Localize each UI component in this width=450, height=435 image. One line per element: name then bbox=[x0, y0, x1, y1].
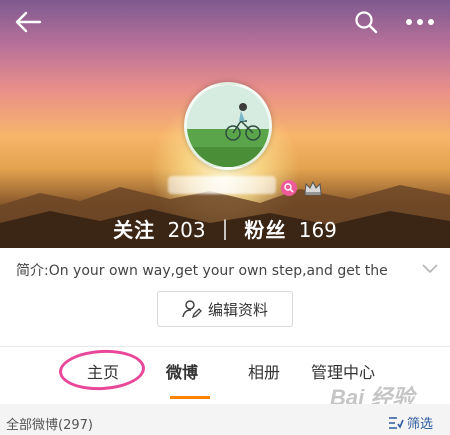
avatar-image bbox=[187, 85, 269, 167]
edit-profile-label: 编辑资料 bbox=[207, 300, 268, 319]
edit-user-icon bbox=[182, 300, 202, 319]
filter-button[interactable]: 筛选 bbox=[388, 413, 433, 432]
following-label: 关注 bbox=[113, 217, 156, 242]
member-badge[interactable] bbox=[281, 180, 297, 196]
tab-album[interactable]: 相册 bbox=[248, 359, 280, 383]
crown-badge[interactable] bbox=[303, 178, 323, 198]
edit-profile-button[interactable]: 编辑资料 bbox=[157, 291, 293, 327]
back-arrow-icon bbox=[15, 11, 42, 33]
top-bar bbox=[0, 0, 450, 44]
username-blurred bbox=[168, 176, 276, 194]
profile-intro[interactable]: 简介:On your own way,get your own step,and… bbox=[16, 260, 406, 280]
active-tab-indicator bbox=[170, 396, 210, 399]
followers-count: 169 bbox=[298, 217, 337, 242]
search-icon bbox=[355, 11, 378, 34]
follow-stats: 关注 203 | 粉丝 169 bbox=[0, 214, 450, 242]
followers-stat[interactable]: 粉丝 169 bbox=[244, 214, 337, 243]
magnifier-badge-icon bbox=[284, 183, 294, 193]
back-button[interactable] bbox=[12, 6, 44, 38]
tab-weibo[interactable]: 微博 bbox=[166, 359, 198, 383]
avatar[interactable] bbox=[184, 82, 272, 170]
filter-label: 筛选 bbox=[407, 417, 434, 432]
more-dots-icon bbox=[406, 19, 434, 25]
crown-icon bbox=[304, 180, 322, 196]
chevron-down-icon bbox=[422, 264, 438, 274]
expand-intro-button[interactable] bbox=[420, 258, 440, 278]
search-button[interactable] bbox=[350, 6, 382, 38]
followers-label: 粉丝 bbox=[244, 217, 287, 242]
more-button[interactable] bbox=[404, 6, 436, 38]
all-weibo-count[interactable]: 全部微博(297) bbox=[6, 414, 93, 433]
following-count: 203 bbox=[167, 217, 206, 242]
filter-icon bbox=[389, 416, 404, 429]
following-stat[interactable]: 关注 203 bbox=[113, 214, 206, 243]
stats-separator: | bbox=[221, 216, 229, 240]
